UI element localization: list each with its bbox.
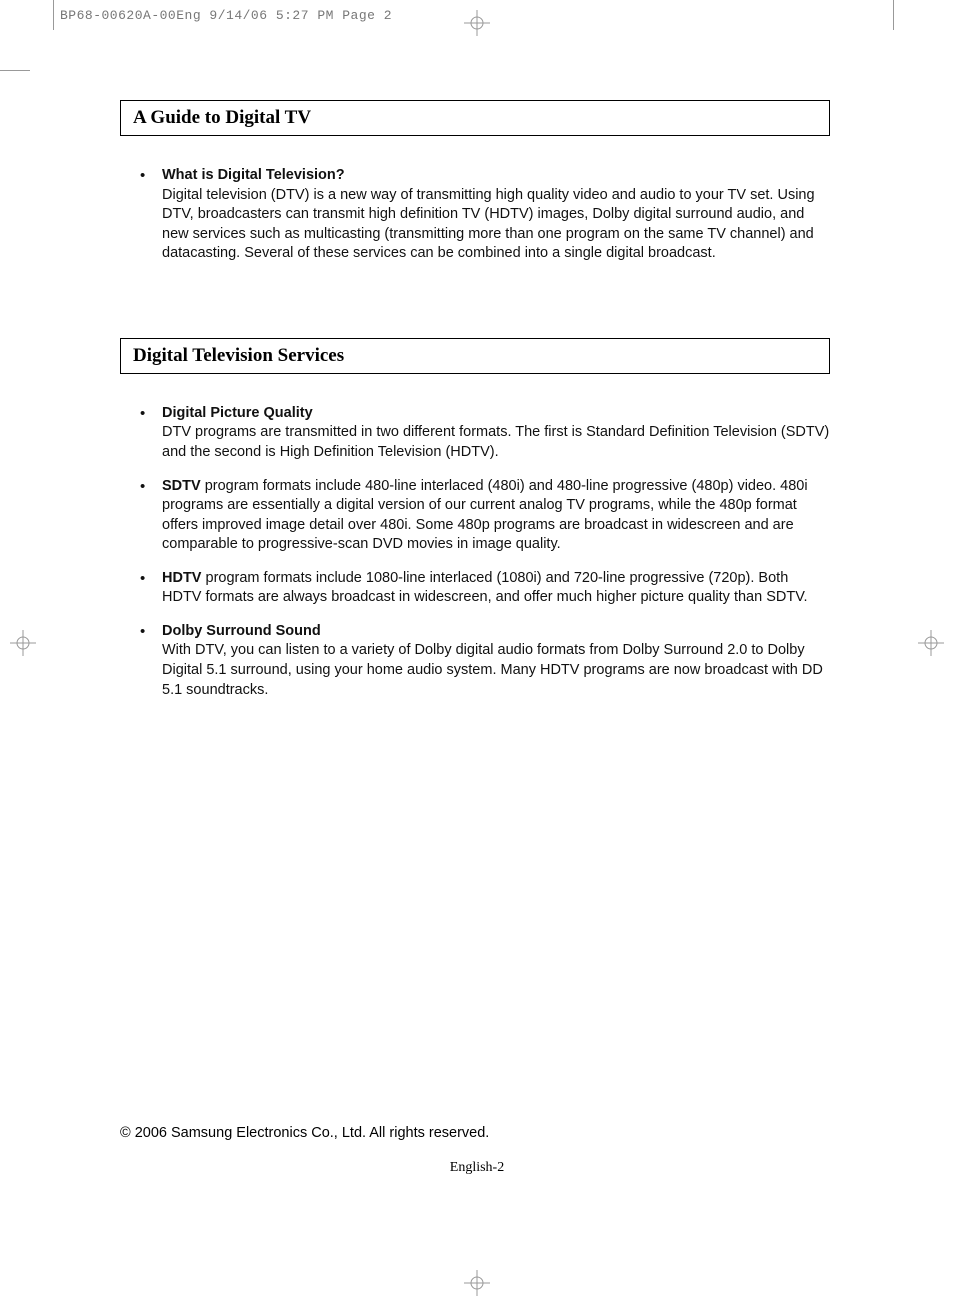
item-body: DTV programs are transmitted in two diff…: [162, 424, 829, 460]
item-body: program formats include 480-line interla…: [162, 478, 808, 553]
page-number: English-2: [0, 1160, 954, 1176]
section-heading: Digital Television Services: [120, 338, 830, 374]
copyright-line: © 2006 Samsung Electronics Co., Ltd. All…: [120, 1125, 489, 1141]
bullet-list: Digital Picture Quality DTV programs are…: [120, 404, 830, 700]
section-heading: A Guide to Digital TV: [120, 100, 830, 136]
print-slug: BP68-00620A-00Eng 9/14/06 5:27 PM Page 2: [60, 8, 392, 23]
list-item: Dolby Surround Sound With DTV, you can l…: [140, 622, 830, 700]
item-lead: Dolby Surround Sound: [162, 623, 321, 639]
item-lead: What is Digital Television?: [162, 167, 345, 183]
registration-mark-icon: [464, 1270, 490, 1296]
registration-mark-icon: [464, 10, 490, 36]
list-item: What is Digital Television? Digital tele…: [140, 166, 830, 264]
bullet-list: What is Digital Television? Digital tele…: [120, 166, 830, 264]
item-body: program formats include 1080-line interl…: [162, 570, 808, 606]
registration-mark-icon: [918, 630, 944, 656]
item-lead-inline: SDTV: [162, 478, 201, 494]
crop-mark: [893, 0, 894, 30]
crop-mark: [0, 70, 30, 71]
item-body: With DTV, you can listen to a variety of…: [162, 642, 823, 697]
item-lead-inline: HDTV: [162, 570, 201, 586]
list-item: Digital Picture Quality DTV programs are…: [140, 404, 830, 463]
list-item: SDTV program formats include 480-line in…: [140, 477, 830, 555]
registration-mark-icon: [10, 630, 36, 656]
item-body: Digital television (DTV) is a new way of…: [162, 187, 815, 262]
page-body: A Guide to Digital TV What is Digital Te…: [120, 100, 830, 714]
crop-mark: [53, 0, 54, 30]
list-item: HDTV program formats include 1080-line i…: [140, 569, 830, 608]
item-lead: Digital Picture Quality: [162, 405, 313, 421]
